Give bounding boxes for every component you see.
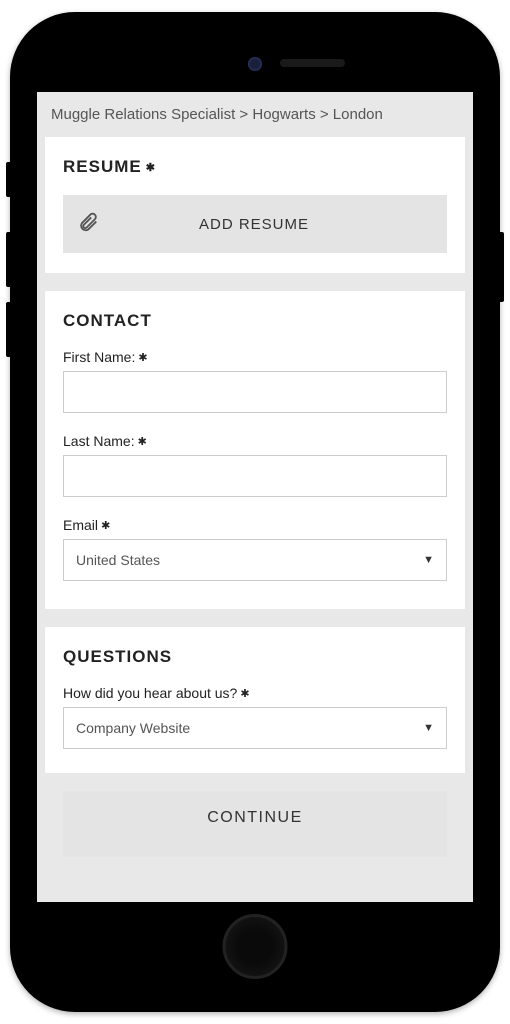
questions-title: QUESTIONS	[63, 647, 447, 667]
phone-camera	[248, 57, 262, 71]
email-label: Email	[63, 517, 447, 533]
hear-about-label: How did you hear about us?	[63, 685, 447, 701]
caret-down-icon: ▼	[423, 722, 434, 734]
phone-speaker	[280, 59, 345, 67]
add-resume-label: ADD RESUME	[199, 216, 309, 233]
continue-button[interactable]: CONTINUE	[63, 791, 447, 857]
add-resume-button[interactable]: ADD RESUME	[63, 195, 447, 253]
caret-down-icon: ▼	[423, 554, 434, 566]
phone-frame: Muggle Relations Specialist > Hogwarts >…	[10, 12, 500, 1012]
resume-title: RESUME	[63, 157, 447, 177]
last-name-input[interactable]	[63, 455, 447, 497]
questions-section: QUESTIONS How did you hear about us? Com…	[45, 627, 465, 773]
contact-section: CONTACT First Name: Last Name: Email Uni…	[45, 291, 465, 609]
resume-section: RESUME ADD RESUME	[45, 137, 465, 273]
breadcrumb: Muggle Relations Specialist > Hogwarts >…	[45, 102, 465, 137]
hear-about-value: Company Website	[76, 720, 190, 736]
contact-title: CONTACT	[63, 311, 447, 331]
first-name-label: First Name:	[63, 349, 447, 365]
home-button[interactable]	[223, 914, 288, 979]
paperclip-icon	[77, 211, 99, 237]
app-screen: Muggle Relations Specialist > Hogwarts >…	[37, 92, 473, 902]
first-name-input[interactable]	[63, 371, 447, 413]
last-name-label: Last Name:	[63, 433, 447, 449]
email-country-value: United States	[76, 552, 160, 568]
hear-about-select[interactable]: Company Website ▼	[63, 707, 447, 749]
email-country-select[interactable]: United States ▼	[63, 539, 447, 581]
